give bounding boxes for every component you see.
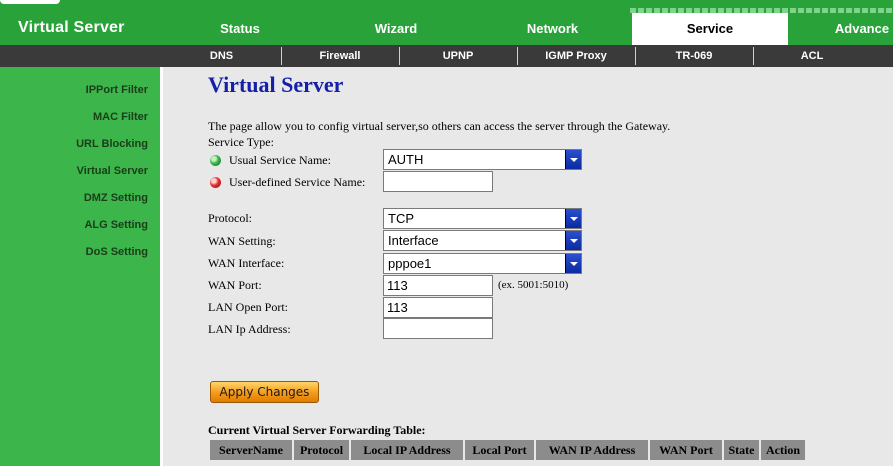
sidebar-item-url-blocking[interactable]: URL Blocking bbox=[0, 138, 148, 150]
tab-network[interactable]: Network bbox=[475, 13, 630, 45]
tab-status[interactable]: Status bbox=[163, 13, 317, 45]
subtab-igmp-proxy[interactable]: IGMP Proxy bbox=[517, 47, 634, 65]
lan-ip-label: LAN Ip Address: bbox=[208, 322, 291, 336]
wan-setting-value: Interface bbox=[388, 233, 439, 248]
protocol-label: Protocol: bbox=[208, 211, 252, 225]
usual-service-label: Usual Service Name: bbox=[229, 153, 331, 167]
tab-wizard[interactable]: Wizard bbox=[317, 13, 475, 45]
user-defined-radio[interactable] bbox=[210, 177, 221, 188]
sidebar: IPPort Filter MAC Filter URL Blocking Vi… bbox=[0, 67, 162, 466]
subtab-firewall[interactable]: Firewall bbox=[281, 47, 398, 65]
sidebar-item-virtual-server[interactable]: Virtual Server bbox=[0, 165, 148, 177]
table-header-wan-port: WAN Port bbox=[650, 440, 722, 460]
table-header-local-port: Local Port bbox=[465, 440, 534, 460]
wan-setting-select[interactable]: Interface bbox=[383, 230, 582, 251]
apply-changes-button[interactable]: Apply Changes bbox=[210, 381, 319, 403]
wan-interface-label: WAN Interface: bbox=[208, 256, 285, 270]
wan-interface-value: pppoe1 bbox=[388, 256, 432, 271]
tab-advance[interactable]: Advance bbox=[812, 13, 893, 45]
tab-service[interactable]: Service bbox=[632, 13, 788, 45]
table-header-protocol: Protocol bbox=[294, 440, 349, 460]
app-title: Virtual Server bbox=[18, 19, 125, 36]
logo-arc bbox=[0, 0, 60, 4]
chevron-down-icon bbox=[565, 150, 581, 169]
wan-port-label: WAN Port: bbox=[208, 278, 262, 292]
wan-port-hint: (ex. 5001:5010) bbox=[498, 279, 569, 291]
sidebar-item-mac-filter[interactable]: MAC Filter bbox=[0, 111, 148, 123]
protocol-value: TCP bbox=[388, 211, 414, 226]
sidebar-item-dos-setting[interactable]: DoS Setting bbox=[0, 246, 148, 258]
subtab-upnp[interactable]: UPNP bbox=[399, 47, 516, 65]
top-nav-bar: Virtual Server Status Wizard Network Ser… bbox=[0, 0, 893, 45]
lan-open-port-input[interactable]: 113 bbox=[383, 297, 493, 318]
wan-interface-select[interactable]: pppoe1 bbox=[383, 253, 582, 274]
sub-nav-bar: DNS Firewall UPNP IGMP Proxy TR-069 ACL bbox=[0, 45, 893, 67]
chevron-down-icon bbox=[565, 254, 581, 273]
table-header-servername: ServerName bbox=[210, 440, 292, 460]
protocol-select[interactable]: TCP bbox=[383, 208, 582, 229]
sidebar-item-dmz-setting[interactable]: DMZ Setting bbox=[0, 192, 148, 204]
wan-port-input[interactable]: 113 bbox=[383, 275, 493, 296]
subtab-dns[interactable]: DNS bbox=[163, 47, 280, 65]
page-description: The page allow you to config virtual ser… bbox=[208, 119, 671, 133]
page-title: Virtual Server bbox=[208, 72, 344, 97]
sidebar-item-alg-setting[interactable]: ALG Setting bbox=[0, 219, 148, 231]
table-header-state: State bbox=[724, 440, 759, 460]
usual-service-value: AUTH bbox=[388, 152, 424, 167]
usual-service-radio[interactable] bbox=[210, 155, 221, 166]
table-header-local-ip: Local IP Address bbox=[351, 440, 463, 460]
wan-setting-label: WAN Setting: bbox=[208, 234, 276, 248]
subtab-acl[interactable]: ACL bbox=[753, 47, 870, 65]
usual-service-select[interactable]: AUTH bbox=[383, 149, 582, 170]
table-header-wan-ip: WAN IP Address bbox=[536, 440, 648, 460]
chevron-down-icon bbox=[565, 231, 581, 250]
lan-ip-input[interactable] bbox=[383, 318, 493, 339]
sidebar-divider bbox=[160, 67, 163, 466]
user-defined-label: User-defined Service Name: bbox=[229, 175, 366, 189]
service-type-label: Service Type: bbox=[208, 135, 274, 149]
chevron-down-icon bbox=[565, 209, 581, 228]
sidebar-item-ipport-filter[interactable]: IPPort Filter bbox=[0, 84, 148, 96]
subtab-tr069[interactable]: TR-069 bbox=[635, 47, 752, 65]
table-header-action: Action bbox=[761, 440, 805, 460]
forwarding-table-title: Current Virtual Server Forwarding Table: bbox=[208, 423, 426, 437]
lan-open-port-label: LAN Open Port: bbox=[208, 300, 288, 314]
user-defined-input[interactable] bbox=[383, 171, 493, 192]
